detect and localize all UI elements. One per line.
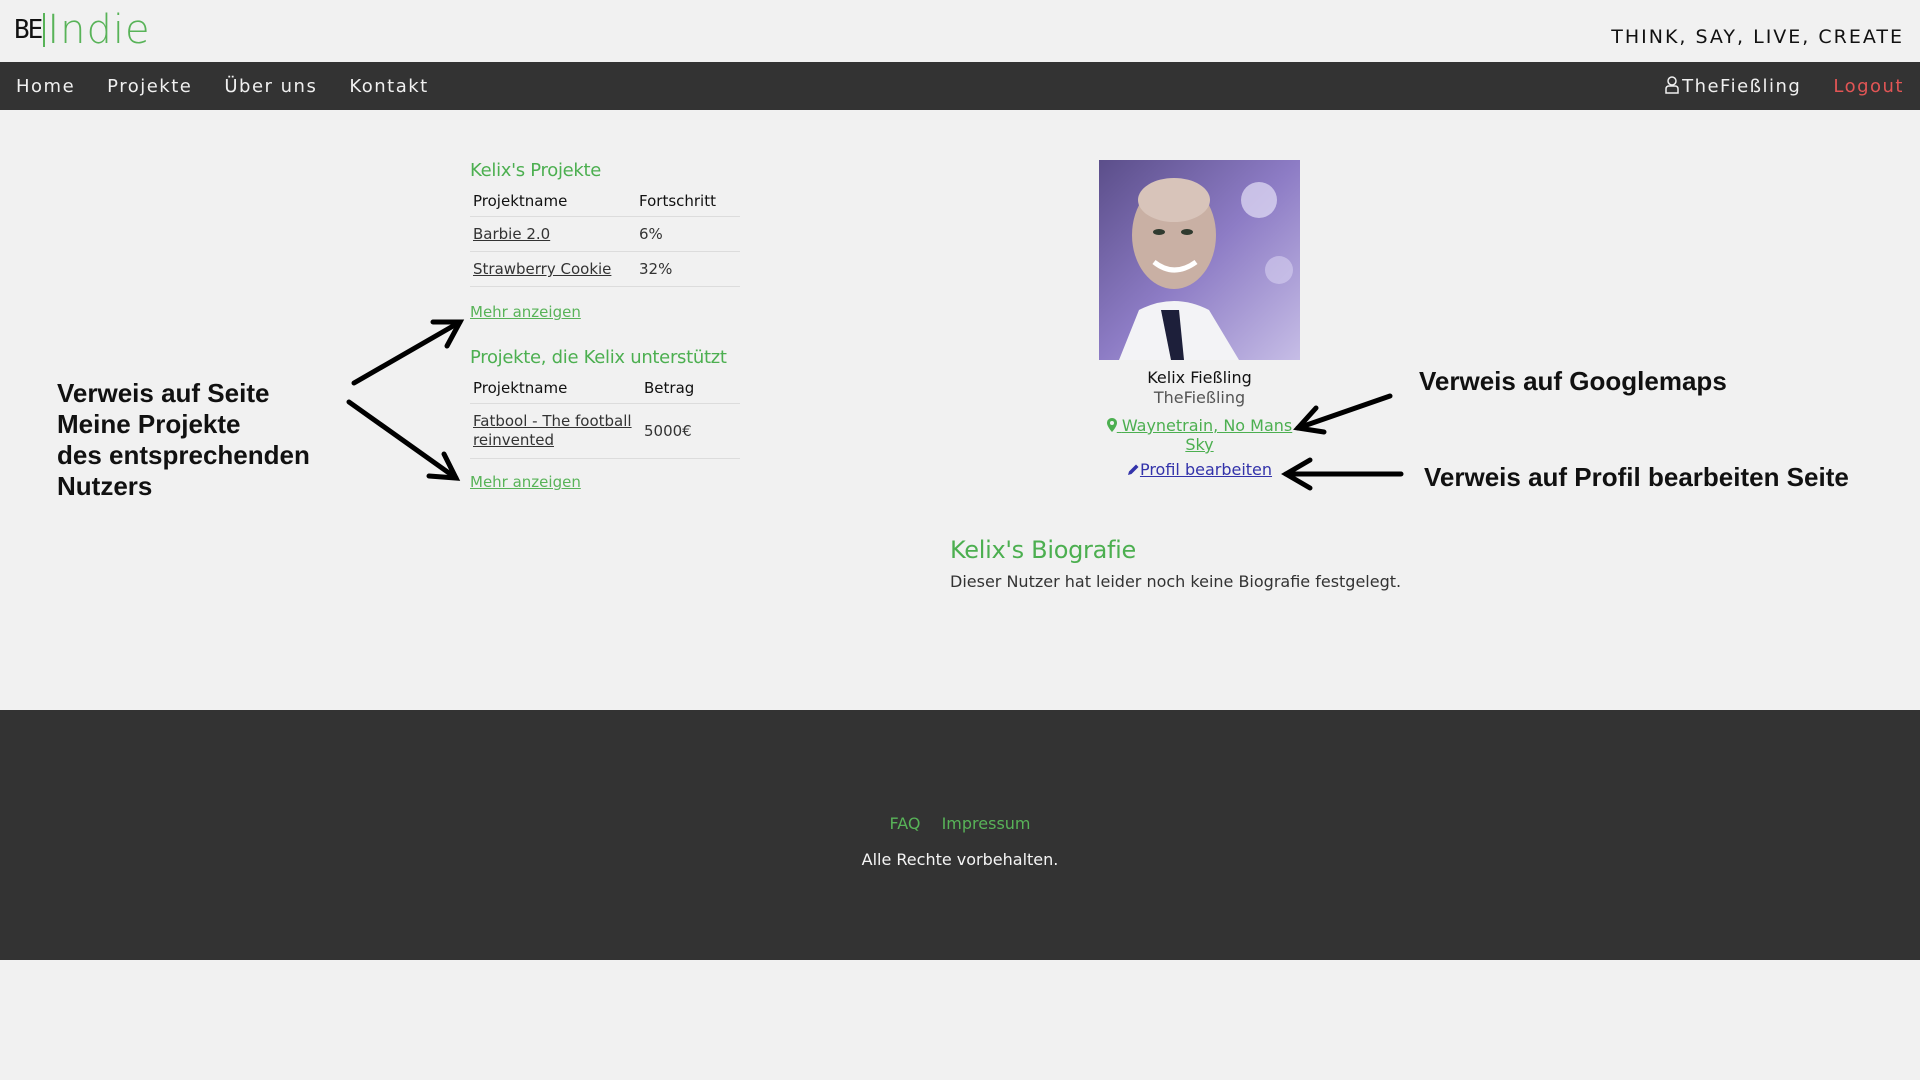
footer-impressum-link[interactable]: Impressum	[942, 814, 1031, 833]
nav-user-area: TheFießling Logout	[1633, 62, 1904, 110]
edit-profile-label: Profil bearbeiten	[1139, 460, 1273, 479]
location-link[interactable]: Waynetrain, No Mans Sky	[1099, 416, 1300, 454]
avatar-photo	[1099, 160, 1300, 360]
map-marker-icon	[1106, 418, 1117, 432]
main-navbar: Home Projekte Über uns Kontakt TheFießli…	[0, 62, 1920, 110]
footer-faq-link[interactable]: FAQ	[889, 814, 920, 833]
avatar	[1099, 160, 1300, 360]
nav-about[interactable]: Über uns	[224, 76, 317, 97]
site-tagline: THINK, SAY, LIVE, CREATE	[1611, 26, 1904, 48]
pencil-icon	[1127, 464, 1139, 475]
user-icon	[1665, 75, 1679, 94]
top-header: BE Indie THINK, SAY, LIVE, CREATE	[0, 0, 1920, 62]
location-line-1: Waynetrain, No Mans	[1121, 416, 1293, 435]
arrow-to-supported-more	[346, 399, 459, 481]
logout-link[interactable]: Logout	[1833, 76, 1904, 97]
profile-username: TheFießling	[1153, 388, 1246, 407]
nav-contact[interactable]: Kontakt	[349, 76, 428, 97]
logo-text: Indie	[47, 7, 151, 53]
logo-mark: BE	[14, 13, 46, 47]
nav-user-profile[interactable]: TheFießling	[1665, 76, 1801, 97]
nav-projects[interactable]: Projekte	[107, 76, 192, 97]
bio-title: Kelix's Biografie	[950, 536, 1136, 564]
nav-links: Home Projekte Über uns Kontakt	[16, 62, 461, 110]
main-content: Kelix's Projekte Projektname Fortschritt…	[0, 110, 1920, 710]
nav-username: TheFießling	[1682, 75, 1802, 97]
arrow-to-projects-more	[351, 319, 463, 386]
annotation-googlemaps: Verweis auf Googlemaps	[1419, 366, 1727, 396]
edit-profile-link[interactable]: Profil bearbeiten	[1099, 460, 1300, 479]
site-logo[interactable]: BE Indie	[14, 10, 151, 50]
footer: FAQ Impressum Alle Rechte vorbehalten.	[0, 710, 1920, 960]
bio-text: Dieser Nutzer hat leider noch keine Biog…	[950, 572, 1402, 591]
footer-copyright: Alle Rechte vorbehalten.	[861, 850, 1059, 869]
annotation-arrows	[346, 319, 1404, 491]
location-line-2: Sky	[1185, 435, 1214, 454]
footer-links: FAQ Impressum	[0, 814, 1920, 833]
profile-full-name: Kelix Fießling	[1147, 368, 1252, 387]
annotation-edit-profile: Verweis auf Profil bearbeiten Seite	[1424, 462, 1849, 492]
nav-home[interactable]: Home	[16, 76, 75, 97]
